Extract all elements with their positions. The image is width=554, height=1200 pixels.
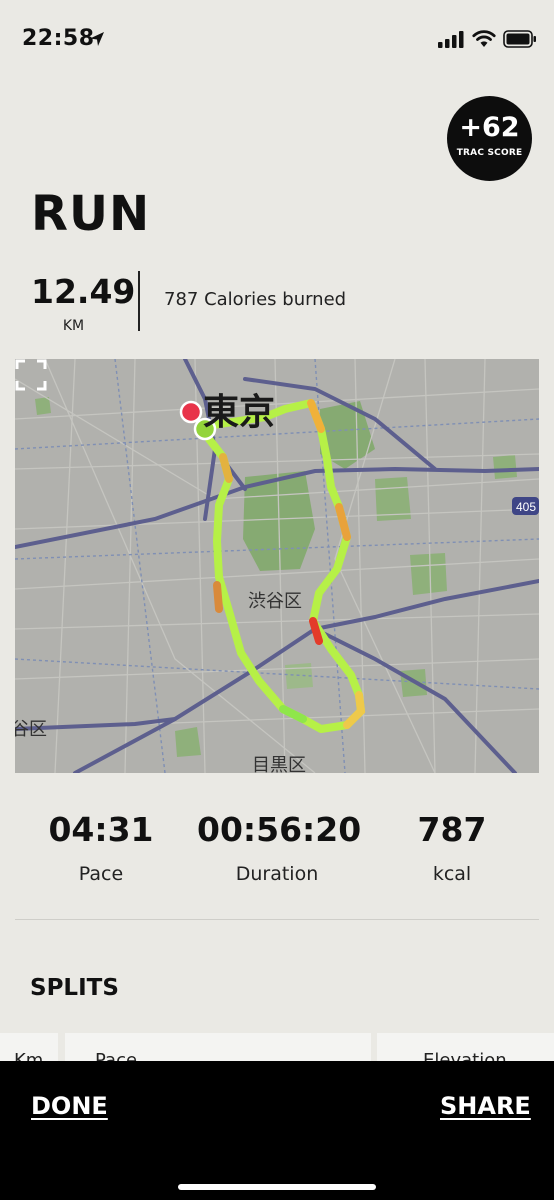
location-arrow-icon <box>90 32 104 46</box>
calories-burned-text: 787 Calories burned <box>164 289 347 310</box>
page-title: RUN <box>31 186 151 242</box>
battery-icon <box>503 30 536 48</box>
stat-pace-value: 04:31 <box>48 810 154 849</box>
cellular-signal-icon <box>438 31 464 48</box>
route-405-text: 405 <box>516 500 536 514</box>
stat-kcal: 787 kcal <box>402 810 502 885</box>
route-segment-slow <box>307 399 325 433</box>
stat-duration-value: 00:56:20 <box>197 810 362 849</box>
route-segment-slow <box>219 453 233 483</box>
map-label-meguro: 目黒区 <box>252 755 306 773</box>
map-park <box>493 455 517 479</box>
map-canvas: 405 <box>15 359 539 773</box>
done-button[interactable]: DONE <box>31 1092 108 1120</box>
distance-value: 12.49 <box>31 272 136 311</box>
section-divider <box>15 919 539 920</box>
wifi-icon <box>472 30 496 47</box>
stat-kcal-label: kcal <box>432 863 472 885</box>
distance-unit: KM <box>62 318 85 334</box>
route-segment-slow <box>343 691 366 729</box>
trac-score-label: TRAC SCORE <box>456 148 523 158</box>
stat-kcal-value: 787 <box>417 810 487 849</box>
route-map[interactable]: 405 東京 渋谷区 目黒区 谷区 <box>15 359 539 773</box>
status-bar: 22:58 <box>0 0 554 82</box>
route-segment-fast <box>279 705 307 723</box>
summary-divider <box>138 271 140 331</box>
splits-column-elevation: Elevation <box>377 1033 554 1063</box>
stat-pace: 04:31 Pace <box>41 810 161 885</box>
share-button[interactable]: SHARE <box>440 1092 531 1120</box>
map-park <box>175 727 201 757</box>
splits-column-km: Km <box>0 1033 58 1063</box>
trac-score-badge[interactable]: +62 TRAC SCORE <box>447 96 532 181</box>
stat-pace-label: Pace <box>78 863 124 885</box>
status-time: 22:58 <box>22 26 95 51</box>
route-segment-slow <box>213 581 223 613</box>
map-park <box>410 553 447 595</box>
trac-score-value: +62 <box>459 112 520 143</box>
map-label-shibuya: 渋谷区 <box>248 591 302 612</box>
map-label-ward-edge: 谷区 <box>15 719 47 740</box>
bottom-action-bar <box>0 1061 554 1200</box>
route-segment-slow <box>335 503 351 541</box>
end-marker <box>179 400 203 424</box>
stat-duration: 00:56:20 Duration <box>197 810 362 885</box>
map-label-tokyo: 東京 <box>203 392 276 433</box>
stat-duration-label: Duration <box>235 863 319 885</box>
expand-fullscreen-icon[interactable] <box>15 359 47 391</box>
splits-title: SPLITS <box>30 975 119 1001</box>
splits-column-pace: Pace <box>65 1033 371 1063</box>
home-indicator <box>178 1184 376 1190</box>
